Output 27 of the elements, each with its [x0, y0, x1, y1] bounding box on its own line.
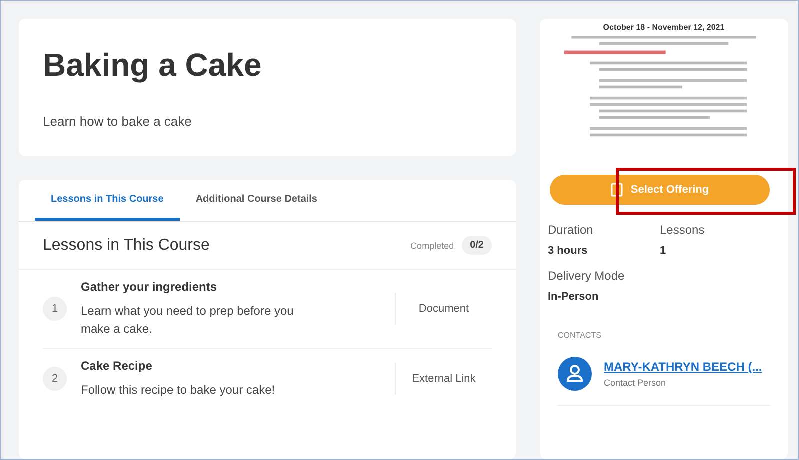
lesson-type: External Link — [395, 363, 492, 395]
completed-count: 0/2 — [462, 236, 492, 255]
lesson-title[interactable]: Cake Recipe — [81, 359, 316, 373]
course-title: Baking a Cake — [43, 47, 263, 84]
tab[interactable]: Lessons in This Course — [35, 180, 180, 221]
avatar-icon — [558, 357, 592, 391]
tab[interactable]: Additional Course Details — [180, 180, 334, 221]
detail-label: Lessons — [660, 223, 706, 237]
lesson-number: 2 — [43, 367, 67, 391]
detail-value: 3 hours — [548, 245, 589, 257]
contact-name-link[interactable]: MARY-KATHRYN BEECH (... — [604, 360, 762, 374]
document-icon — [610, 183, 623, 197]
detail-label: Delivery Mode — [548, 269, 626, 283]
detail-value: 1 — [660, 245, 668, 257]
detail-value: In-Person — [548, 291, 600, 303]
lesson-description: Learn what you need to prep before you make a cake. — [81, 303, 295, 338]
document-heading: October 18 - November 12, 2021 — [603, 23, 725, 32]
lesson-number: 1 — [43, 297, 67, 321]
lesson-description: Follow this recipe to bake your cake! — [81, 382, 276, 399]
contacts-heading: CONTACTS — [558, 331, 602, 340]
contact-role: Contact Person — [604, 378, 668, 388]
detail-label: Duration — [548, 223, 594, 237]
section-heading: Lessons in This Course — [43, 236, 211, 254]
lesson-title[interactable]: Gather your ingredients — [81, 280, 316, 294]
course-description: Learn how to bake a cake — [43, 114, 193, 129]
lesson-type: Document — [395, 293, 492, 325]
completed-label: Completed — [410, 240, 454, 250]
